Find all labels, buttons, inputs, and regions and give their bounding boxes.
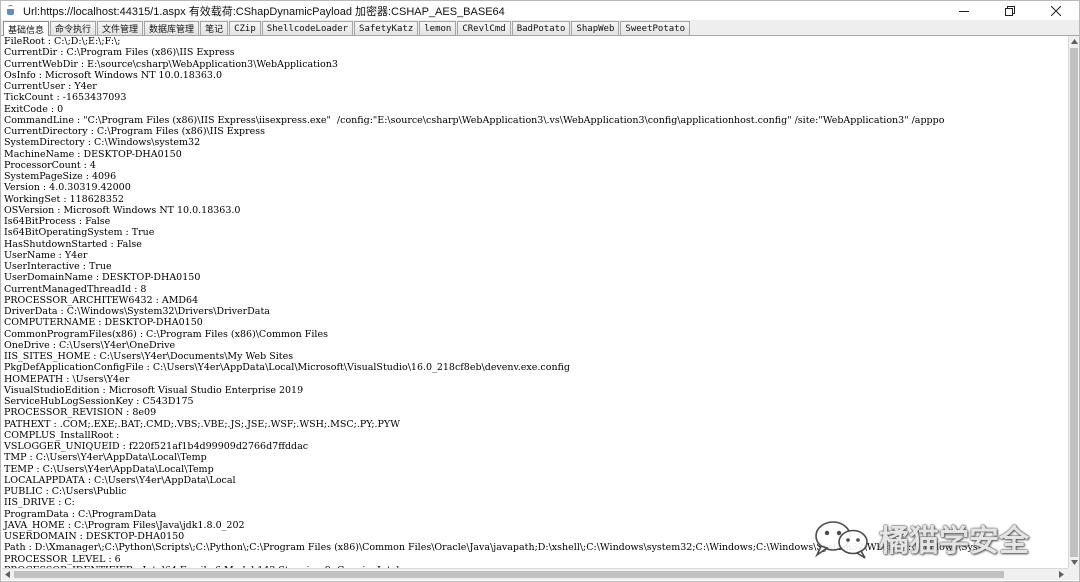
info-line: PUBLIC : C:\Users\Public (4, 486, 127, 497)
window-title: Url:https://localhost:44315/1.aspx 有效载荷:… (23, 5, 505, 18)
info-line: DriverData : C:\Windows\System32\Drivers… (4, 306, 270, 317)
info-line: Version : 4.0.30319.42000 (4, 182, 131, 194)
info-line: CurrentManagedThreadId : 8 (4, 283, 147, 295)
info-line: OSVersion : Microsoft Windows NT 10.0.18… (4, 204, 241, 216)
tab-file-manager[interactable]: 文件管理 (97, 21, 144, 35)
arrow-down-icon (1070, 560, 1078, 565)
info-line: MachineName : DESKTOP-DHA0150 (4, 148, 182, 160)
info-line: CommandLine : "C:\Program Files (x86)\II… (4, 114, 945, 126)
info-line: VSLOGGER_UNIQUEID : f220f521af1b4d99909d… (4, 441, 309, 452)
scroll-right-button[interactable] (1056, 569, 1067, 580)
scroll-up-button[interactable] (1069, 36, 1079, 47)
watermark: 橘猫学安全 (807, 513, 1059, 563)
info-line: ProcessorCount : 4 (4, 159, 96, 171)
info-line: FileRoot : C:\;D:\;E:\;F:\; (4, 36, 121, 47)
horizontal-scroll-thumb[interactable] (14, 571, 1004, 578)
info-line: SystemPageSize : 4096 (4, 171, 117, 182)
info-line: UserDomainName : DESKTOP-DHA0150 (4, 272, 201, 284)
tab-command-exec[interactable]: 命令执行 (50, 21, 97, 35)
scrollbar-corner (1068, 568, 1079, 580)
close-icon (1051, 5, 1061, 16)
info-line: CurrentDir : C:\Program Files (x86)\IIS … (4, 47, 235, 59)
watermark-text: 橘猫学安全 (879, 524, 1029, 559)
info-line: HOMEPATH : \Users\Y4er (4, 373, 130, 385)
info-line: VisualStudioEdition : Microsoft Visual S… (4, 384, 304, 396)
minimize-icon (959, 10, 969, 12)
info-line: PkgDefApplicationConfigFile : C:\Users\Y… (4, 362, 571, 374)
wechat-logo-icon (807, 515, 879, 561)
info-line: PATHEXT : .COM;.EXE;.BAT;.CMD;.VBS;.VBE;… (4, 418, 400, 430)
info-line: LOCALAPPDATA : C:\Users\Y4er\AppData\Loc… (4, 474, 236, 486)
info-line: CommonProgramFiles(x86) : C:\Program Fil… (4, 328, 328, 340)
tab-database-manager[interactable]: 数据库管理 (144, 21, 200, 35)
arrow-left-icon (5, 571, 10, 578)
info-line: TMP : C:\Users\Y4er\AppData\Local\Temp (4, 452, 207, 464)
tab-shapweb[interactable]: ShapWeb (571, 21, 620, 35)
info-line: UserName : Y4er (4, 249, 88, 261)
info-line: IIS_SITES_HOME : C:\Users\Y4er\Documents… (4, 351, 294, 362)
info-line: Is64BitProcess : False (4, 216, 111, 227)
scroll-down-button[interactable] (1069, 557, 1079, 568)
info-line: HasShutdownStarted : False (4, 238, 142, 250)
title-bar: Url:https://localhost:44315/1.aspx 有效载荷:… (1, 1, 1079, 20)
tab-shellcodeloader[interactable]: ShellcodeLoader (261, 21, 354, 35)
info-line: Is64BitOperatingSystem : True (4, 227, 155, 239)
info-line: SystemDirectory : C:\Windows\system32 (4, 137, 201, 149)
tab-lemon[interactable]: lemon (419, 21, 457, 35)
arrow-right-icon (1059, 571, 1064, 578)
info-line: COMPUTERNAME : DESKTOP-DHA0150 (4, 317, 203, 329)
restore-icon (1005, 5, 1015, 16)
info-line: OsInfo : Microsoft Windows NT 10.0.18363… (4, 69, 223, 81)
tab-notes[interactable]: 笔记 (200, 21, 229, 35)
info-line: PROCESSOR_ARCHITEW6432 : AMD64 (4, 294, 199, 306)
arrow-up-icon (1070, 39, 1078, 44)
tab-basic-info[interactable]: 基础信息 (3, 21, 50, 36)
tab-crevlcmd[interactable]: CRevlCmd (457, 21, 511, 35)
app-window: Url:https://localhost:44315/1.aspx 有效载荷:… (0, 0, 1080, 582)
basic-info-text-area[interactable]: FileRoot : C:\;D:\;E:\;F:\; CurrentDir : … (2, 36, 1068, 568)
info-line: PROCESSOR_REVISION : 8e09 (4, 407, 157, 419)
vertical-scroll-thumb[interactable] (1070, 48, 1078, 557)
info-line: COMPLUS_InstallRoot : (4, 429, 120, 441)
info-line: ExitCode : 0 (4, 103, 64, 115)
tab-bar: 基础信息 命令执行 文件管理 数据库管理 笔记 CZip ShellcodeLo… (1, 20, 1079, 36)
info-line: TEMP : C:\Users\Y4er\AppData\Local\Temp (4, 463, 214, 475)
vertical-scrollbar[interactable] (1068, 36, 1079, 568)
close-button[interactable] (1033, 1, 1079, 20)
info-line: IIS_DRIVE : C: (4, 497, 75, 509)
info-line: CurrentWebDir : E:\source\csharp\WebAppl… (4, 58, 338, 70)
tab-sweetpotato[interactable]: SweetPotato (620, 21, 691, 35)
tab-czip[interactable]: CZip (229, 21, 261, 35)
info-line: CurrentDirectory : C:\Program Files (x86… (4, 126, 266, 137)
info-line: UserInteractive : True (4, 261, 112, 272)
info-line: TickCount : -1653437093 (4, 92, 127, 104)
tab-badpotato[interactable]: BadPotato (511, 21, 571, 35)
info-line: WorkingSet : 118628352 (4, 193, 124, 205)
info-line: ServiceHubLogSessionKey : C543D175 (4, 396, 194, 407)
tab-safetykatz[interactable]: SafetyKatz (354, 21, 419, 35)
info-line: OneDrive : C:\Users\Y4er\OneDrive (4, 339, 176, 351)
window-controls (941, 1, 1079, 20)
minimize-button[interactable] (941, 1, 987, 20)
scroll-left-button[interactable] (2, 569, 13, 580)
info-line: CurrentUser : Y4er (4, 81, 97, 92)
java-cup-icon (5, 4, 17, 17)
horizontal-scrollbar[interactable] (2, 568, 1068, 580)
maximize-button[interactable] (987, 1, 1033, 20)
